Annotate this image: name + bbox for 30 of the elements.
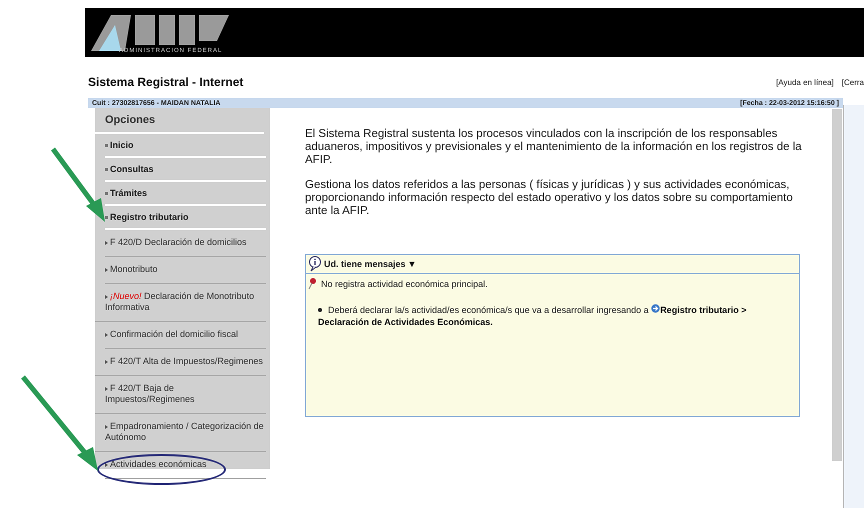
page-title: Sistema Registral - Internet xyxy=(88,75,244,89)
arrow-icon xyxy=(651,304,660,313)
intro-paragraph: El Sistema Registral sustenta los procesos vinculados con la inscripción de los responsables aduaneros, impositivos y previsionales y el mantenimiento de la información en los registros de la AFIP. xyxy=(305,128,803,167)
header-link[interactable]: [Cerra xyxy=(842,78,864,86)
alert-text: No registra actividad económica principal. xyxy=(321,279,488,289)
sidebar-item[interactable]: Monotributo xyxy=(105,257,266,284)
sidebar-item[interactable]: F 420/T Baja de Impuestos/Regimenes xyxy=(95,376,266,414)
link[interactable]: Registro tributario > xyxy=(660,305,746,315)
note-text: Deberá declarar la/s actividad/es económica/s que va a desarrollar ingresando a xyxy=(328,305,650,315)
header-link[interactable]: [Ayuda en línea] xyxy=(776,78,834,86)
link[interactable]: Declaración de Actividades Económicas. xyxy=(318,317,493,327)
sidebar-item[interactable]: F 420/D Declaración de domicilios xyxy=(105,230,266,257)
bullet-icon xyxy=(318,308,322,312)
sidebar-item[interactable]: Actividades económicas xyxy=(105,452,266,479)
sidebar-item[interactable]: Empadronamiento / Categorización de Autónomo xyxy=(95,414,266,452)
sidebar-heading: Opciones xyxy=(95,108,264,134)
pin-icon xyxy=(308,278,318,290)
sidebar-item[interactable]: Trámites xyxy=(105,182,266,206)
sidebar-item[interactable]: Consultas xyxy=(105,158,266,182)
sidebar-item[interactable]: F 420/T Alta de Impuestos/Regimenes xyxy=(95,349,266,376)
intro-paragraph: Gestiona los datos referidos a las personas ( físicas y jurídicas ) y sus actividades económicas, proporcionando información respecto del estado operativo y los datos sobre su comportamiento ante la AFIP. xyxy=(305,179,794,218)
sidebar-item[interactable]: Registro tributario xyxy=(105,206,266,230)
message-title: Ud. tiene mensajes xyxy=(324,259,406,269)
info-icon xyxy=(308,256,322,272)
sidebar-item[interactable]: Inicio xyxy=(105,134,266,158)
scrollbar[interactable] xyxy=(832,109,842,461)
sidebar-item[interactable]: Confirmación del domicilio fiscal xyxy=(105,322,266,349)
dropdown-toggle[interactable]: ▼ xyxy=(408,259,416,269)
scrollbar[interactable] xyxy=(843,105,864,508)
sidebar-item[interactable]: ¡Nuevo! Declaración de Monotributo Informativa xyxy=(95,284,266,322)
